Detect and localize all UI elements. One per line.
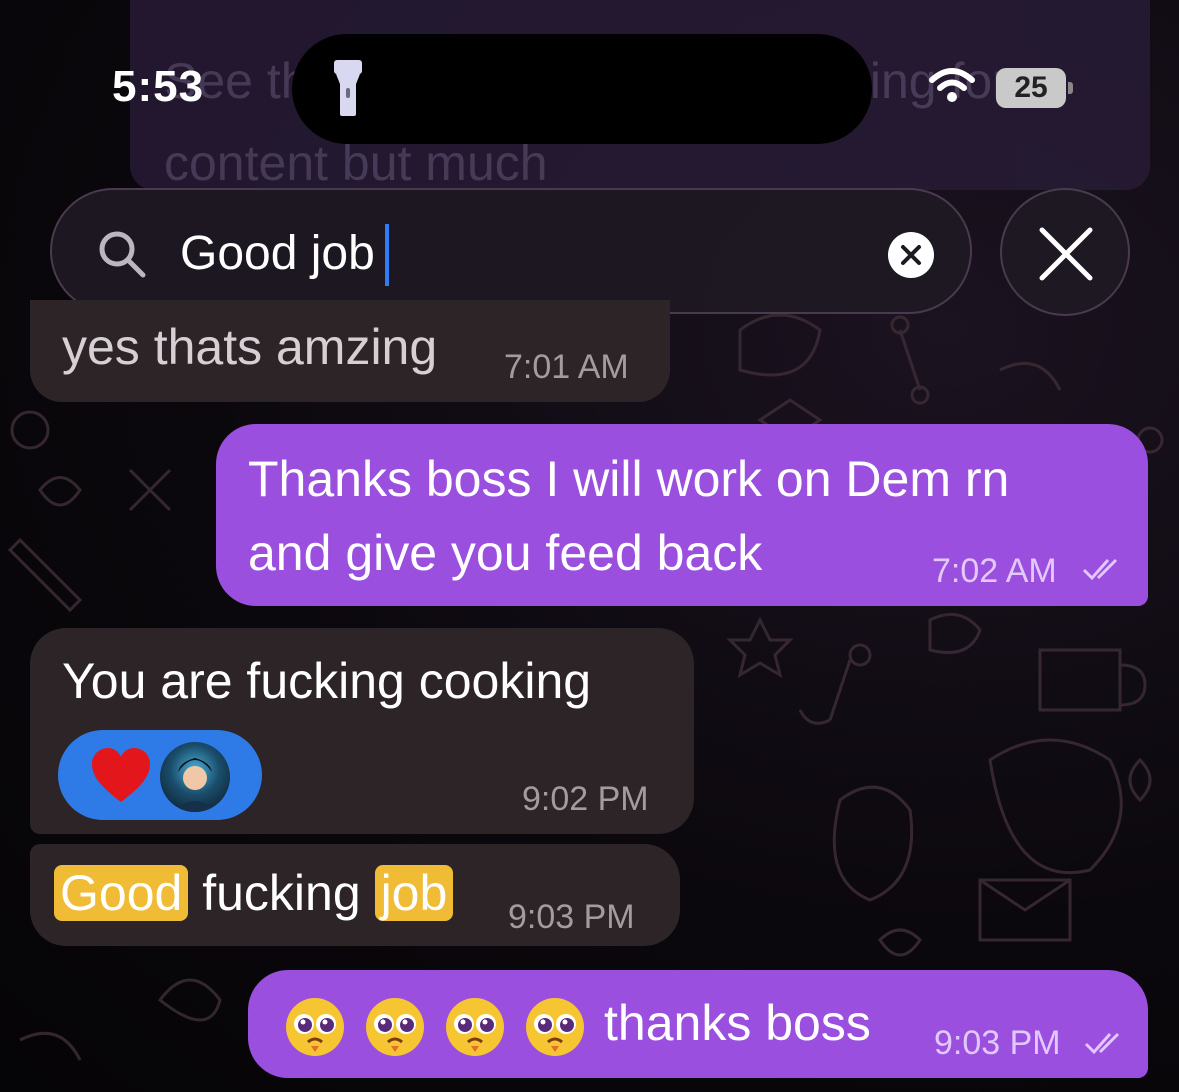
message-text: yes thats amzing — [62, 319, 438, 375]
message-text-line-2: and give you feed back — [248, 525, 763, 581]
message-content: thanks boss — [284, 990, 871, 1058]
battery-tip — [1068, 82, 1073, 94]
message-incoming-3[interactable]: Good fucking job 9:03 PM — [30, 844, 680, 946]
clear-x-icon — [901, 245, 921, 265]
read-checkmarks-icon — [1084, 1032, 1120, 1055]
message-time: 7:01 AM — [504, 348, 629, 386]
search-highlight: Good — [54, 865, 189, 921]
status-time: 5:53 — [112, 62, 205, 111]
clear-search-button[interactable] — [888, 232, 934, 278]
flashlight-icon — [334, 60, 362, 116]
heart-reaction-icon — [92, 748, 150, 802]
battery-indicator: 25 — [996, 68, 1066, 108]
search-input[interactable]: Good job — [180, 226, 375, 281]
emoji-row — [284, 995, 604, 1056]
wifi-icon — [929, 68, 975, 102]
message-time: 7:02 AM — [932, 552, 1057, 590]
dynamic-island — [292, 34, 872, 144]
message-time: 9:03 PM — [508, 898, 635, 936]
pleading-face-emoji-icon — [286, 997, 344, 1056]
message-text: Good fucking job — [54, 856, 454, 930]
message-text-line-1: Thanks boss I will work on Dem rn — [248, 451, 1010, 507]
close-search-button[interactable] — [1000, 188, 1130, 316]
message-incoming-2[interactable]: You are fucking cooking 9:02 PM — [30, 628, 694, 834]
close-icon — [1039, 227, 1093, 281]
message-outgoing-1[interactable]: Thanks boss I will work on Dem rn and gi… — [216, 424, 1148, 606]
pleading-face-emoji-icon — [446, 997, 504, 1056]
reactor-avatar — [160, 742, 230, 812]
search-bar[interactable]: Good job — [50, 188, 972, 314]
pleading-face-emoji-icon — [366, 997, 424, 1056]
pleading-face-emoji-icon — [526, 997, 584, 1056]
search-highlight: job — [374, 865, 454, 921]
message-incoming-1[interactable]: yes thats amzing 7:01 AM — [30, 300, 670, 402]
message-time: 9:02 PM — [522, 780, 649, 818]
message-word: fucking — [202, 865, 361, 921]
text-caret — [385, 224, 389, 286]
read-checkmarks-icon — [1082, 558, 1118, 581]
search-icon — [99, 231, 146, 278]
message-outgoing-2[interactable]: thanks boss 9:03 PM — [248, 970, 1148, 1078]
message-text: thanks boss — [604, 995, 871, 1051]
reaction-pill[interactable] — [58, 730, 262, 820]
message-text: You are fucking cooking — [62, 653, 592, 709]
message-time: 9:03 PM — [934, 1024, 1061, 1062]
